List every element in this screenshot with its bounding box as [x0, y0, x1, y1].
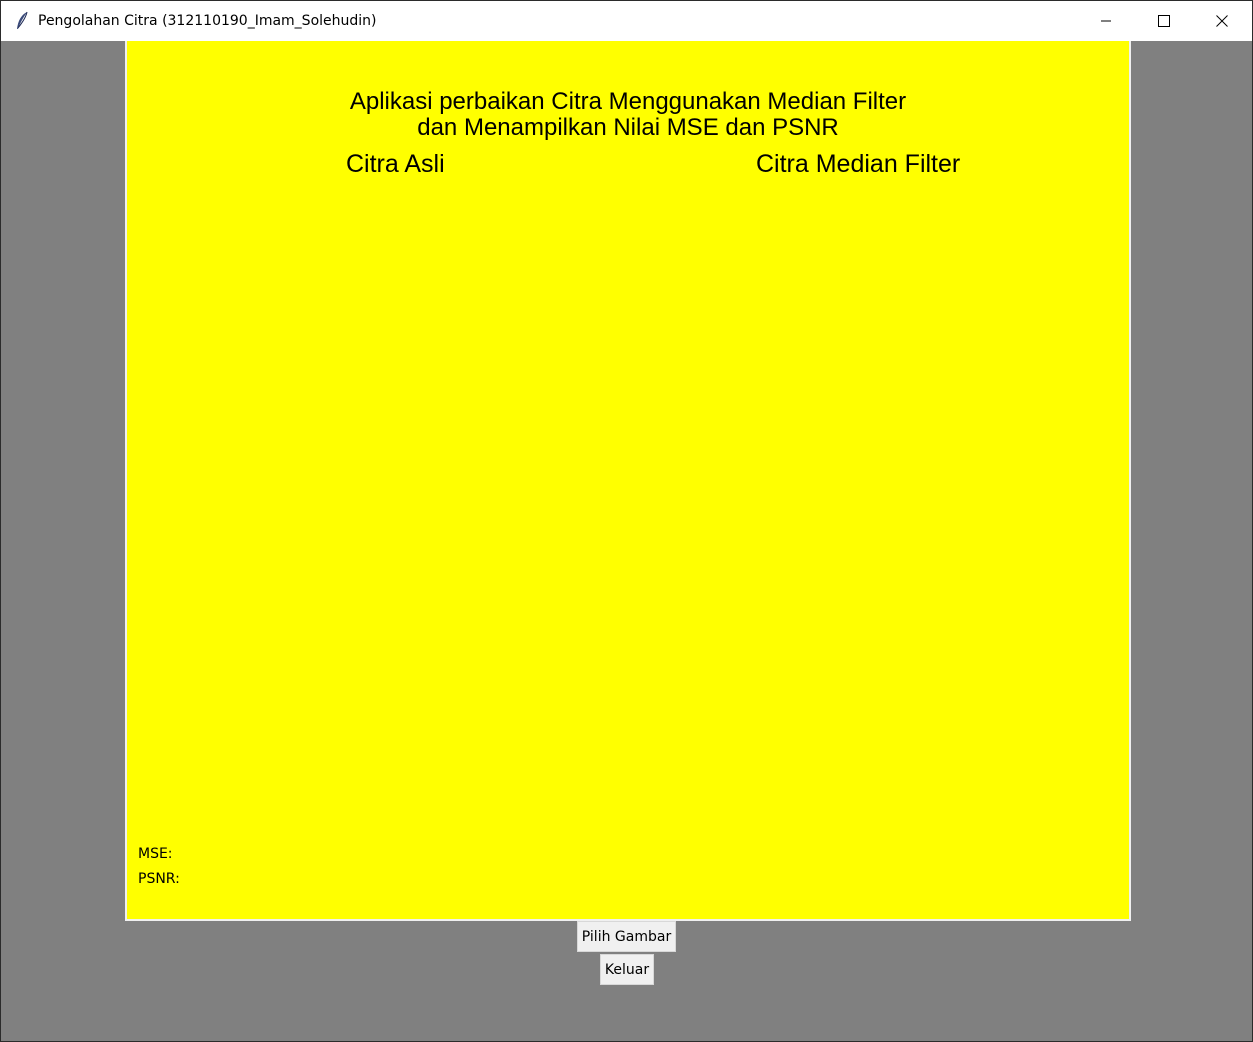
image-canvas: Aplikasi perbaikan Citra Menggunakan Med…	[125, 41, 1131, 921]
maximize-button[interactable]	[1135, 1, 1193, 41]
psnr-label: PSNR:	[138, 871, 180, 887]
title-bar[interactable]: Pengolahan Citra (312110190_Imam_Solehud…	[1, 0, 1252, 41]
close-button[interactable]	[1193, 1, 1251, 41]
mse-label: MSE:	[138, 846, 173, 862]
exit-button[interactable]: Keluar	[600, 954, 654, 985]
choose-image-button[interactable]: Pilih Gambar	[577, 921, 676, 952]
app-window: Pengolahan Citra (312110190_Imam_Solehud…	[0, 0, 1253, 1042]
maximize-icon	[1158, 15, 1170, 27]
filtered-image-label: Citra Median Filter	[756, 150, 961, 178]
minimize-button[interactable]	[1077, 1, 1135, 41]
heading-line-2: dan Menampilkan Nilai MSE dan PSNR	[417, 114, 839, 141]
window-title: Pengolahan Citra (312110190_Imam_Solehud…	[38, 13, 377, 29]
original-image-label: Citra Asli	[346, 150, 445, 178]
app-heading: Aplikasi perbaikan Citra Menggunakan Med…	[127, 89, 1129, 141]
feather-icon	[15, 11, 29, 31]
close-icon	[1216, 15, 1228, 27]
heading-line-1: Aplikasi perbaikan Citra Menggunakan Med…	[349, 88, 907, 115]
minimize-icon	[1100, 15, 1112, 27]
